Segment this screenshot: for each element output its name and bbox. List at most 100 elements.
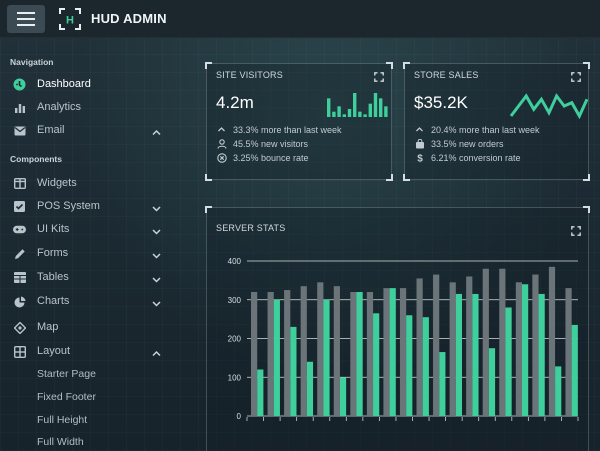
brand-logo-icon[interactable]: H bbox=[59, 8, 81, 30]
chevron-up-icon bbox=[216, 124, 227, 135]
sidebar-item-label: Dashboard bbox=[37, 78, 91, 90]
sparkline-bar bbox=[337, 106, 341, 117]
sparkline-bar bbox=[384, 106, 388, 117]
top-header: H HUD ADMIN bbox=[0, 0, 600, 38]
card-corner bbox=[403, 174, 410, 181]
bar-series-1 bbox=[383, 288, 390, 416]
bar-series-2 bbox=[555, 366, 562, 416]
columns-icon bbox=[13, 177, 26, 190]
sidebar-subitem-full-width[interactable]: Full Width bbox=[37, 436, 84, 448]
bar-series-2 bbox=[505, 307, 512, 416]
card-corner bbox=[386, 174, 393, 181]
sidebar-item-label: Widgets bbox=[37, 177, 77, 189]
sidebar-item-label: Analytics bbox=[37, 101, 82, 113]
bar-series-2 bbox=[488, 348, 496, 416]
sales-sparkline bbox=[509, 93, 589, 119]
stat-text: 20.4% more than last week bbox=[431, 124, 540, 135]
sparkline-bar bbox=[373, 93, 378, 117]
sidebar-item-pos-system[interactable]: POS System bbox=[0, 195, 178, 217]
sidebar-item-label: Map bbox=[37, 321, 59, 333]
bar-series-1 bbox=[333, 286, 340, 416]
card-corner bbox=[583, 174, 590, 181]
stat-text: 33.3% more than last week bbox=[233, 124, 342, 135]
bar-series-2 bbox=[339, 377, 347, 416]
bar-series-2 bbox=[522, 284, 529, 416]
server-stats-card: SERVER STATS 0 100 200 300 400 bbox=[205, 206, 590, 451]
bar-series-2 bbox=[373, 313, 380, 416]
bar-series-1 bbox=[251, 292, 258, 416]
visitors-stat: 33.3% more than last week bbox=[216, 124, 342, 135]
sidebar-item-charts[interactable]: Charts bbox=[0, 290, 178, 312]
card-title: SITE VISITORS bbox=[216, 70, 283, 80]
sidebar-item-forms[interactable]: Forms bbox=[0, 242, 178, 264]
visitors-value: 4.2m bbox=[216, 93, 254, 112]
y-tick-label: 400 bbox=[228, 257, 242, 266]
sidebar-item-map[interactable]: Map bbox=[0, 316, 178, 338]
expand-icon[interactable] bbox=[374, 69, 384, 82]
chevron-down-icon bbox=[151, 272, 162, 283]
sidebar-item-label: UI Kits bbox=[37, 223, 70, 235]
sparkline-bar bbox=[327, 98, 331, 117]
chevron-down-icon bbox=[151, 296, 162, 307]
check-box-icon bbox=[13, 200, 26, 213]
menu-toggle-button[interactable] bbox=[7, 5, 45, 33]
sales-stat: 20.4% more than last week bbox=[414, 124, 540, 135]
bar-series-1 bbox=[366, 292, 374, 416]
circle-x-icon bbox=[216, 152, 227, 163]
stat-text: 3.25% bounce rate bbox=[233, 152, 309, 163]
dollar-icon: $ bbox=[414, 152, 425, 163]
navigation-section-title: Navigation bbox=[10, 57, 54, 67]
sidebar-item-label: Tables bbox=[37, 271, 69, 283]
sidebar-item-label: Layout bbox=[37, 345, 71, 357]
bar-series-2 bbox=[439, 352, 446, 416]
card-title: STORE SALES bbox=[414, 70, 479, 80]
map-pin-icon bbox=[13, 321, 26, 334]
card-corner bbox=[386, 62, 393, 69]
bar-series-2 bbox=[538, 293, 545, 416]
sidebar-item-dashboard[interactable]: Dashboard bbox=[0, 73, 178, 95]
sparkline-bar bbox=[353, 93, 357, 117]
store-sales-card: STORE SALES $35.2K 20.4% more than last … bbox=[403, 62, 590, 181]
expand-icon[interactable] bbox=[571, 69, 581, 82]
shopping-bag-icon bbox=[414, 138, 425, 149]
chevron-down-icon bbox=[151, 248, 162, 259]
user-icon bbox=[216, 138, 227, 149]
bar-series-2 bbox=[257, 369, 264, 416]
sidebar-item-analytics[interactable]: Analytics bbox=[0, 96, 178, 118]
bar-series-1 bbox=[317, 282, 324, 416]
sparkline-bar bbox=[342, 114, 346, 117]
logo-letter: H bbox=[66, 15, 74, 27]
card-corner bbox=[205, 62, 212, 69]
sidebar-item-tables[interactable]: Tables bbox=[0, 266, 178, 288]
bar-series-1 bbox=[565, 288, 572, 416]
bar-series-1 bbox=[499, 268, 506, 416]
sidebar-item-label: Forms bbox=[37, 247, 69, 259]
server-stats-chart: 0 100 200 300 400 bbox=[228, 257, 579, 421]
bar-series-2 bbox=[273, 299, 280, 416]
pen-icon bbox=[13, 247, 26, 260]
sparkline-bar bbox=[368, 103, 372, 117]
sidebar-subitem-full-height[interactable]: Full Height bbox=[37, 414, 87, 426]
sparkline-line bbox=[509, 93, 589, 119]
sidebar-item-ui-kits[interactable]: UI Kits bbox=[0, 218, 178, 240]
y-tick-label: 0 bbox=[237, 412, 242, 421]
y-tick-label: 100 bbox=[228, 373, 242, 382]
sidebar-item-widgets[interactable]: Widgets bbox=[0, 172, 178, 194]
brand-name[interactable]: HUD ADMIN bbox=[91, 11, 167, 26]
bar-series-1 bbox=[515, 282, 522, 416]
sidebar-item-email[interactable]: Email bbox=[0, 119, 178, 141]
bar-series-2 bbox=[406, 315, 413, 416]
stat-text: 33.5% new orders bbox=[431, 138, 504, 149]
sidebar-item-label: Charts bbox=[37, 295, 70, 307]
hamburger-line bbox=[17, 24, 35, 26]
pie-chart-icon bbox=[13, 295, 26, 308]
sidebar-subitem-fixed-footer[interactable]: Fixed Footer bbox=[37, 391, 96, 403]
y-tick-label: 200 bbox=[228, 335, 242, 344]
sidebar-subitem-starter-page[interactable]: Starter Page bbox=[37, 368, 96, 380]
bar-series-2 bbox=[571, 324, 578, 416]
sales-stat: $ 6.21% conversion rate bbox=[414, 152, 521, 163]
sidebar-item-layout[interactable]: Layout bbox=[0, 340, 178, 362]
y-tick-label: 300 bbox=[228, 296, 242, 305]
chevron-up-icon bbox=[151, 346, 162, 357]
hamburger-line bbox=[17, 12, 35, 14]
